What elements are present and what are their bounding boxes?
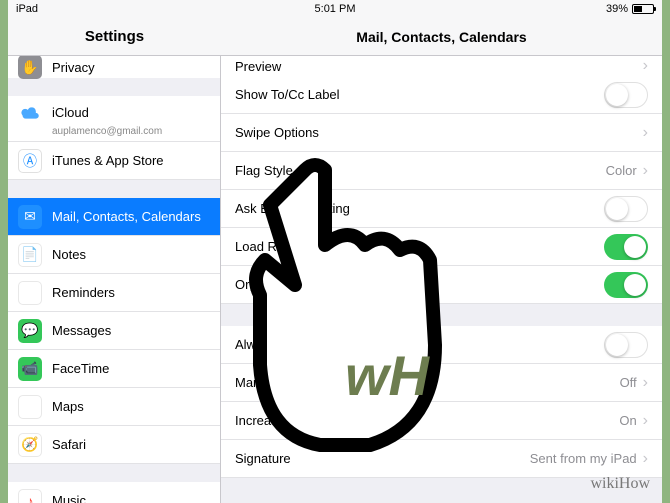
row-ask-delete[interactable]: Ask Before Deleting	[221, 190, 662, 228]
sidebar-item-notes[interactable]: 📄 Notes	[8, 236, 220, 274]
cloud-icon	[18, 100, 42, 124]
safari-icon: 🧭	[18, 433, 42, 457]
chevron-icon: ›	[643, 162, 648, 180]
clock: 5:01 PM	[315, 3, 356, 15]
sidebar-item-maps[interactable]: 🗺 Maps	[8, 388, 220, 426]
messages-icon: 💬	[18, 319, 42, 343]
sidebar-item-privacy[interactable]: ✋ Privacy	[8, 56, 220, 78]
sidebar-item-music[interactable]: ♪ Music	[8, 482, 220, 503]
device-label: iPad	[16, 3, 38, 15]
hand-icon: ✋	[18, 56, 42, 79]
detail-title: Mail, Contacts, Calendars	[221, 18, 662, 55]
row-show-tocc[interactable]: Show To/Cc Label	[221, 76, 662, 114]
chevron-icon: ›	[643, 124, 648, 142]
facetime-icon: 📹	[18, 357, 42, 381]
row-signature[interactable]: Signature Sent from my iPad›	[221, 440, 662, 478]
toggle-organize-thread[interactable]	[604, 272, 648, 298]
chevron-icon: ›	[643, 412, 648, 430]
music-icon: ♪	[18, 489, 42, 503]
settings-sidebar[interactable]: ✋ Privacy iCloud auplamenco@gmail.com Ⓐ	[8, 56, 221, 503]
mail-icon: ✉	[18, 205, 42, 229]
sidebar-item-reminders[interactable]: ☲ Reminders	[8, 274, 220, 312]
toggle-bcc-self[interactable]	[604, 332, 648, 358]
toggle-ask-delete[interactable]	[604, 196, 648, 222]
sidebar-item-facetime[interactable]: 📹 FaceTime	[8, 350, 220, 388]
row-flag-style[interactable]: Flag Style Color›	[221, 152, 662, 190]
chevron-icon: ›	[643, 57, 648, 75]
row-quote-level[interactable]: Increase Quote Level On›	[221, 402, 662, 440]
toggle-show-tocc[interactable]	[604, 82, 648, 108]
row-mark-addresses[interactable]: Mark Addresses Off›	[221, 364, 662, 402]
row-swipe-options[interactable]: Swipe Options ›	[221, 114, 662, 152]
sidebar-item-safari[interactable]: 🧭 Safari	[8, 426, 220, 464]
detail-panel[interactable]: Preview › Show To/Cc Label Swipe Options…	[221, 56, 662, 503]
row-preview[interactable]: Preview ›	[221, 56, 662, 76]
maps-icon: 🗺	[18, 395, 42, 419]
toggle-load-images[interactable]	[604, 234, 648, 260]
sidebar-item-itunes[interactable]: Ⓐ iTunes & App Store	[8, 142, 220, 180]
battery-icon	[632, 4, 654, 14]
reminders-icon: ☲	[18, 281, 42, 305]
row-organize-thread[interactable]: Organize By Thread	[221, 266, 662, 304]
notes-icon: 📄	[18, 243, 42, 267]
row-bcc-self[interactable]: Always Bcc Myself	[221, 326, 662, 364]
appstore-icon: Ⓐ	[18, 149, 42, 173]
nav-header: Settings Mail, Contacts, Calendars	[8, 18, 662, 56]
chevron-icon: ›	[643, 374, 648, 392]
status-bar: iPad 5:01 PM 39%	[8, 0, 662, 18]
row-load-images[interactable]: Load Remote Images	[221, 228, 662, 266]
battery-percent: 39%	[606, 3, 628, 15]
sidebar-item-messages[interactable]: 💬 Messages	[8, 312, 220, 350]
sidebar-item-mail[interactable]: ✉ Mail, Contacts, Calendars	[8, 198, 220, 236]
sidebar-item-icloud[interactable]: iCloud auplamenco@gmail.com	[8, 96, 220, 142]
settings-title: Settings	[8, 18, 221, 55]
watermark: wikiHow	[590, 475, 650, 493]
ipad-screen: iPad 5:01 PM 39% Settings Mail, Contacts…	[8, 0, 662, 503]
chevron-icon: ›	[643, 450, 648, 468]
